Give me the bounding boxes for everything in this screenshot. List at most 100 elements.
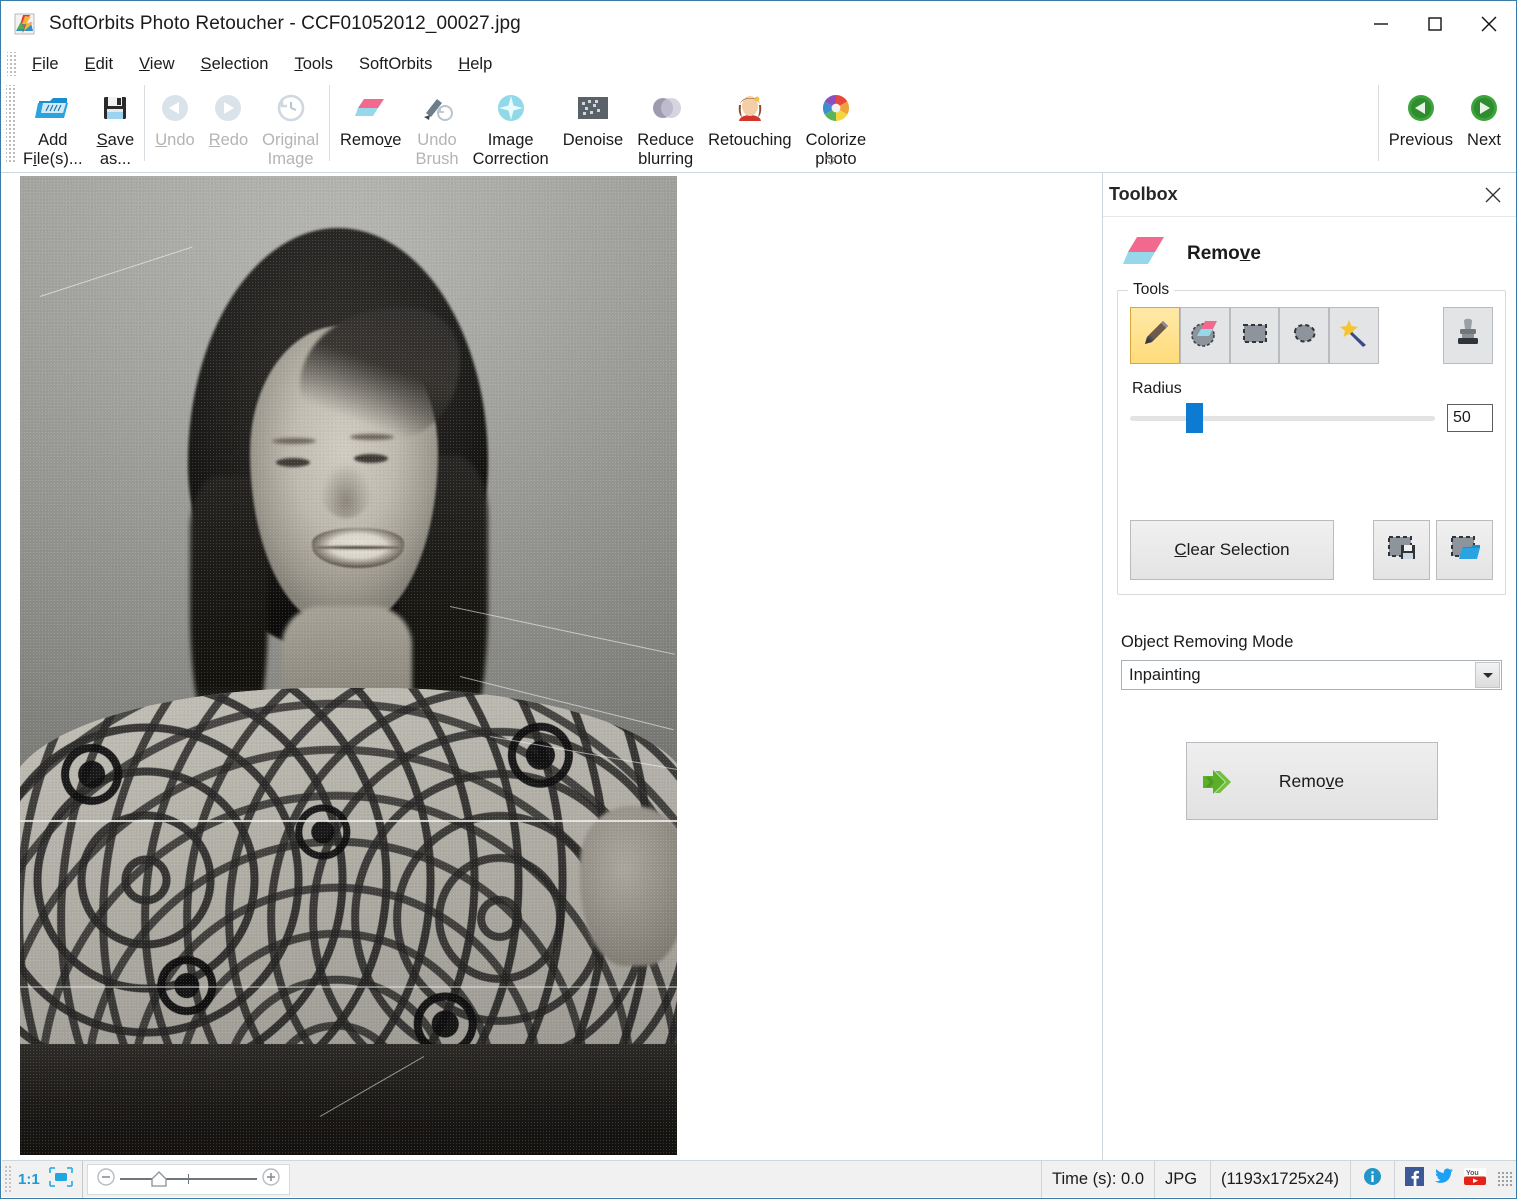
maximize-icon[interactable] (1408, 1, 1462, 47)
menu-item-selection[interactable]: Selection (188, 52, 282, 77)
toolbar-overflow-icon[interactable] (822, 154, 840, 168)
zoom-in-icon[interactable] (261, 1167, 281, 1192)
toolbar-drag-grip[interactable] (6, 85, 16, 163)
facebook-icon[interactable] (1405, 1167, 1424, 1191)
clock-history-icon (274, 88, 308, 128)
redo-label: Redo (209, 131, 248, 150)
zoom-out-icon[interactable] (96, 1167, 116, 1192)
magic-wand-tool-button[interactable] (1329, 307, 1379, 364)
menu-item-tools[interactable]: Tools (281, 52, 346, 77)
toolbox-mode-header: Remove (1123, 233, 1506, 274)
info-button[interactable] (1351, 1161, 1395, 1198)
redo-button[interactable]: Redo (202, 81, 255, 151)
denoise-button[interactable]: Denoise (556, 81, 631, 151)
clear-selection-button[interactable]: Clear Selection (1130, 520, 1334, 580)
remove-tool-button[interactable]: Remove (333, 81, 408, 151)
zoom-home-marker-icon[interactable] (150, 1170, 168, 1193)
next-label: Next (1467, 131, 1501, 150)
status-bar: 1:1 Time (s): (2, 1160, 1516, 1197)
remove-action-button[interactable]: Remove (1186, 742, 1438, 820)
menu-item-file[interactable]: FFileile (19, 52, 72, 77)
retouching-button[interactable]: Retouching (701, 81, 798, 151)
object-removing-mode-select[interactable]: Inpainting (1121, 660, 1502, 690)
zoom-ratio-button[interactable]: 1:1 (18, 1171, 40, 1188)
lasso-tool-button[interactable] (1279, 307, 1329, 364)
zoom-slider-widget[interactable] (87, 1164, 290, 1195)
toolbox-panel: Toolbox Remove Tools (1102, 173, 1516, 1161)
reduce-blurring-button[interactable]: Reduce blurring (630, 81, 701, 170)
next-button[interactable]: Next (1460, 81, 1508, 151)
menu-item-softorbits[interactable]: SoftOrbits (346, 52, 445, 77)
fit-to-screen-icon[interactable] (48, 1166, 74, 1193)
radius-slider-row: 50 (1130, 404, 1493, 432)
zoom-slider-track[interactable] (116, 1169, 261, 1189)
photo-image[interactable] (20, 176, 677, 1155)
original-image-label: Original Image (262, 131, 319, 169)
toolbox-body: Remove Tools (1103, 217, 1516, 820)
radius-label: Radius (1132, 380, 1493, 398)
social-links: You (1395, 1167, 1497, 1191)
object-removing-mode-label: Object Removing Mode (1121, 633, 1506, 652)
save-selection-button[interactable] (1373, 520, 1430, 580)
radius-slider[interactable] (1130, 407, 1435, 429)
clear-selection-label: Clear Selection (1174, 540, 1289, 560)
menu-item-help[interactable]: Help (445, 52, 505, 77)
radius-slider-track (1130, 416, 1435, 421)
previous-green-arrow-icon (1405, 88, 1437, 128)
original-image-button[interactable]: Original Image (255, 81, 326, 170)
reduce-blurring-label: Reduce blurring (637, 131, 694, 169)
radius-input[interactable]: 50 (1447, 404, 1493, 432)
menu-bar: FFileile Edit View Selection Tools SoftO… (1, 47, 1516, 81)
undo-arrow-icon (158, 88, 192, 128)
zoom-controls: 1:1 (12, 1161, 83, 1198)
twitter-icon[interactable] (1433, 1167, 1454, 1191)
reduce-blurring-icon (649, 88, 683, 128)
window-title: SoftOrbits Photo Retoucher - CCF01052012… (49, 13, 521, 35)
tools-group-label: Tools (1128, 281, 1174, 299)
load-selection-icon (1449, 533, 1481, 568)
undo-button[interactable]: Undo (148, 81, 201, 151)
youtube-icon[interactable]: You (1463, 1167, 1487, 1191)
image-correction-button[interactable]: Image Correction (466, 81, 556, 170)
radius-slider-thumb[interactable] (1186, 403, 1203, 433)
denoise-label: Denoise (563, 131, 624, 150)
menu-drag-grip[interactable] (7, 52, 17, 76)
add-files-button[interactable]: Add File(s)... (16, 81, 90, 170)
object-removing-mode-value: Inpainting (1122, 666, 1201, 685)
menu-item-view[interactable]: View (126, 52, 187, 77)
pencil-tool-button[interactable] (1130, 307, 1180, 364)
main-toolbar: Add File(s)... Save as... (1, 81, 1516, 173)
toolbar-group-tools: Remove Undo Brush (333, 81, 873, 171)
eraser-selection-tool-button[interactable] (1180, 307, 1230, 364)
save-as-button[interactable]: Save as... (90, 81, 142, 170)
previous-button[interactable]: Previous (1382, 81, 1460, 151)
resize-grip[interactable] (1497, 1171, 1513, 1187)
load-selection-button[interactable] (1436, 520, 1493, 580)
eraser-icon (354, 88, 388, 128)
next-green-arrow-icon (1468, 88, 1500, 128)
undo-brush-button[interactable]: Undo Brush (408, 81, 465, 170)
image-correction-label: Image Correction (473, 131, 549, 169)
colorize-wheel-icon (819, 88, 853, 128)
image-canvas-area[interactable] (2, 173, 1102, 1161)
undo-label: Undo (155, 131, 194, 150)
floppy-disk-icon (99, 88, 131, 128)
close-icon[interactable] (1480, 182, 1506, 208)
menu-item-edit[interactable]: Edit (72, 52, 126, 77)
toolbar-separator (329, 85, 330, 161)
minimize-icon[interactable] (1354, 1, 1408, 47)
save-selection-icon (1386, 533, 1418, 568)
add-files-label: Add File(s)... (23, 131, 83, 169)
toolbar-separator (144, 85, 145, 161)
clone-stamp-tool-button[interactable] (1443, 307, 1493, 364)
magic-wand-icon (1337, 316, 1371, 355)
chevron-down-icon[interactable] (1475, 662, 1500, 688)
rectangle-select-tool-button[interactable] (1230, 307, 1280, 364)
eraser-selection-icon (1188, 316, 1222, 355)
close-icon[interactable] (1462, 1, 1516, 47)
retouching-portrait-icon (733, 88, 767, 128)
toolbox-title: Toolbox (1109, 184, 1178, 205)
title-bar: SoftOrbits Photo Retoucher - CCF01052012… (1, 1, 1516, 47)
toolbox-mode-title: Remove (1187, 243, 1261, 265)
application-window: SoftOrbits Photo Retoucher - CCF01052012… (0, 0, 1517, 1199)
